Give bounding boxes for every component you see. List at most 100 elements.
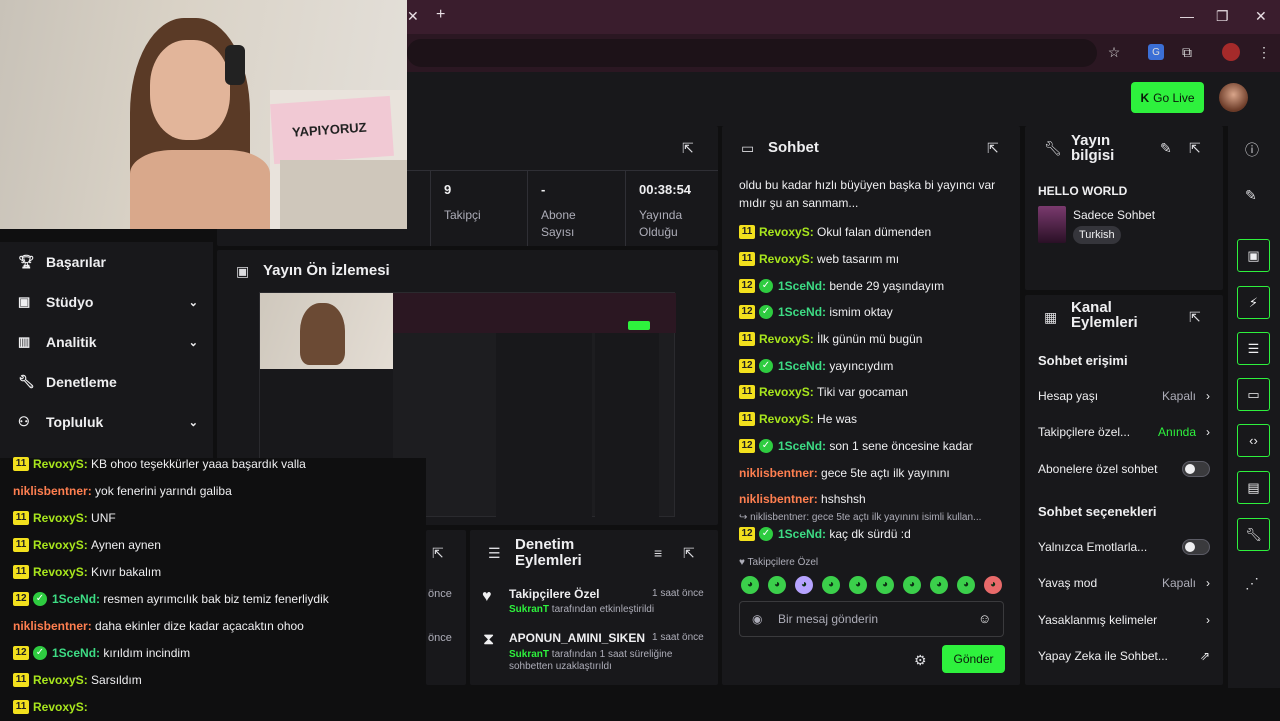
chat-message[interactable]: 12 ✓ 1SceNd: bende 29 yaşındayım [739, 272, 1009, 299]
chat-message[interactable]: 12 ✓ 1SceNd: kaç dk sürdü :d [739, 526, 911, 542]
sidebar-item-achievements[interactable]: 🏆︎ Başarılar [18, 250, 198, 274]
subs-only-toggle[interactable] [1182, 461, 1210, 477]
chat-username[interactable]: RevoxyS [33, 564, 84, 580]
filter-icon[interactable]: ≡ [654, 545, 662, 561]
info-icon[interactable]: ⓘ [1245, 140, 1259, 160]
translate-extension-icon[interactable]: G [1148, 44, 1164, 60]
chat-username[interactable]: RevoxyS [759, 411, 810, 427]
chat-username[interactable]: 1SceNd [778, 304, 822, 320]
emote-icon[interactable]: ◕ [876, 576, 894, 594]
popout-icon[interactable]: ⇱ [432, 545, 444, 562]
chat-username[interactable]: 1SceNd [52, 591, 96, 607]
popout-icon[interactable]: ⇱ [683, 545, 695, 562]
chat-username[interactable]: RevoxyS [33, 672, 84, 688]
emote-icon[interactable]: ◕ [903, 576, 921, 594]
chat-username[interactable]: RevoxyS [759, 331, 810, 347]
chat-username[interactable]: niklisbentner [13, 483, 88, 499]
url-input[interactable] [407, 39, 1097, 67]
chat-message[interactable]: 11 RevoxyS: Kıvır bakalım [13, 558, 423, 585]
chat-username[interactable]: RevoxyS [759, 251, 810, 267]
rail-button-list[interactable]: ☰ [1237, 332, 1270, 365]
category-thumbnail[interactable] [1038, 206, 1066, 243]
slow-mode-row[interactable]: Yavaş mod Kapalı › [1038, 573, 1210, 593]
stream-category[interactable]: Sadece Sohbet [1073, 208, 1155, 222]
profile-icon[interactable] [1222, 43, 1240, 61]
chat-message[interactable]: 11 RevoxyS: He was [739, 406, 1009, 433]
rail-button-media[interactable]: ▣ [1237, 239, 1270, 272]
maximize-icon[interactable]: ❐ [1216, 8, 1229, 25]
chat-input-field[interactable]: ◉ Bir mesaj gönderin ☺ [739, 601, 1004, 637]
minimize-icon[interactable]: — [1180, 8, 1194, 24]
chat-message[interactable]: 11 RevoxyS: Tiki var gocaman [739, 379, 1009, 406]
chat-message[interactable]: 11 RevoxyS: [13, 694, 423, 721]
followers-only-row[interactable]: Takipçilere özel... Anında › [1038, 422, 1210, 442]
user-avatar[interactable] [1219, 83, 1248, 112]
sidebar-item-analytics[interactable]: ▥ Analitik ⌄ [18, 330, 198, 354]
sidebar-item-studio[interactable]: ▣ Stüdyo ⌄ [18, 290, 198, 314]
ai-moderation-row[interactable]: Yapay Zeka ile Sohbet... ⇗ [1038, 646, 1210, 666]
emote-icon[interactable]: ◕ [849, 576, 867, 594]
browser-menu-icon[interactable]: ⋮ [1254, 42, 1274, 62]
chat-username[interactable]: 1SceNd [52, 645, 96, 661]
chat-username[interactable]: RevoxyS [33, 456, 84, 472]
popout-icon[interactable]: ⇱ [1189, 140, 1201, 157]
emoji-icon[interactable]: ☺ [978, 611, 991, 626]
sidebar-item-moderation[interactable]: 🔧︎ Denetleme [18, 370, 198, 394]
subs-only-row[interactable]: Abonelere özel sohbet [1038, 459, 1210, 479]
rail-button-code[interactable]: ‹› [1237, 424, 1270, 457]
emotes-only-row[interactable]: Yalnızca Emotlarla... [1038, 537, 1210, 557]
banned-words-row[interactable]: Yasaklanmış kelimeler › [1038, 610, 1210, 630]
chat-username[interactable]: 1SceNd [778, 358, 822, 374]
popout-icon[interactable]: ⇱ [987, 140, 999, 157]
chat-username[interactable]: RevoxyS [759, 224, 810, 240]
emote-icon[interactable]: ◕ [741, 576, 759, 594]
chat-message[interactable]: 12 ✓ 1SceNd: yayıncıydım [739, 352, 1009, 379]
account-age-row[interactable]: Hesap yaşı Kapalı › [1038, 386, 1210, 406]
edit-icon[interactable]: ✎ [1245, 187, 1257, 204]
mod-action-user[interactable]: SukranT [509, 649, 549, 660]
popout-icon[interactable]: ⇱ [1189, 309, 1201, 326]
chat-message[interactable]: 11 RevoxyS: Okul falan dümenden [739, 219, 1009, 246]
reply-reference[interactable]: ↪ niklisbentner: gece 5te açtı ilk yayın… [739, 512, 981, 523]
popout-icon[interactable]: ⇱ [682, 140, 694, 157]
close-tab-icon[interactable]: ✕ [407, 8, 419, 25]
emote-icon[interactable]: ◕ [984, 576, 1002, 594]
emote-icon[interactable]: ◕ [795, 576, 813, 594]
chat-username[interactable]: RevoxyS [33, 699, 84, 715]
edit-icon[interactable]: ✎ [1160, 140, 1172, 157]
chat-username[interactable]: RevoxyS [33, 537, 84, 553]
send-button[interactable]: Gönder [942, 645, 1005, 673]
chat-username[interactable]: niklisbentner [739, 491, 814, 507]
rail-button-wrench[interactable]: 🔧︎ [1237, 518, 1270, 551]
close-window-icon[interactable]: ✕ [1255, 8, 1267, 25]
emote-icon[interactable]: ◕ [822, 576, 840, 594]
chat-username[interactable]: niklisbentner [13, 618, 88, 634]
chat-message[interactable]: niklisbentner: yok fenerini yarındı gali… [13, 477, 423, 504]
emote-icon[interactable]: ◕ [930, 576, 948, 594]
chat-username[interactable]: 1SceNd [778, 438, 822, 454]
bookmark-star-icon[interactable]: ☆ [1104, 42, 1124, 62]
chat-username[interactable]: 1SceNd [778, 278, 822, 294]
emote-icon[interactable]: ◕ [768, 576, 786, 594]
chat-message[interactable]: 12 ✓ 1SceNd: son 1 sene öncesine kadar [739, 433, 1009, 460]
new-tab-icon[interactable]: + [436, 6, 445, 24]
gear-icon[interactable]: ⚙ [914, 652, 927, 669]
chat-message[interactable]: niklisbentner: daha ekinler dize kadar a… [13, 613, 423, 640]
rail-button-chat[interactable]: ▭ [1237, 378, 1270, 411]
chat-username[interactable]: 1SceNd [778, 526, 822, 542]
rail-button-lightning[interactable]: ⚡︎ [1237, 286, 1270, 319]
chat-username[interactable]: niklisbentner [739, 465, 814, 481]
emotes-only-toggle[interactable] [1182, 539, 1210, 555]
chat-username[interactable]: RevoxyS [33, 510, 84, 526]
chat-message[interactable]: 11 RevoxyS: KB ohoo teşekkürler yaaa başa… [13, 450, 423, 477]
mod-action-user[interactable]: SukranT [509, 604, 549, 615]
chat-message[interactable]: niklisbentner: hshshsh [739, 486, 1009, 513]
chat-message[interactable]: 12 ✓ 1SceNd: resmen ayrımcılık bak biz tem… [13, 585, 423, 612]
chat-username[interactable]: RevoxyS [759, 384, 810, 400]
chat-message[interactable]: 11 RevoxyS: İlk günün mü bugün [739, 326, 1009, 353]
chat-message[interactable]: 11 RevoxyS: Sarsıldım [13, 667, 423, 694]
extensions-icon[interactable]: ⧉ [1177, 42, 1197, 62]
rail-button-layout[interactable]: ▤ [1237, 471, 1270, 504]
chat-message[interactable]: 12 ✓ 1SceNd: ismim oktay [739, 299, 1009, 326]
emote-icon[interactable]: ◕ [957, 576, 975, 594]
